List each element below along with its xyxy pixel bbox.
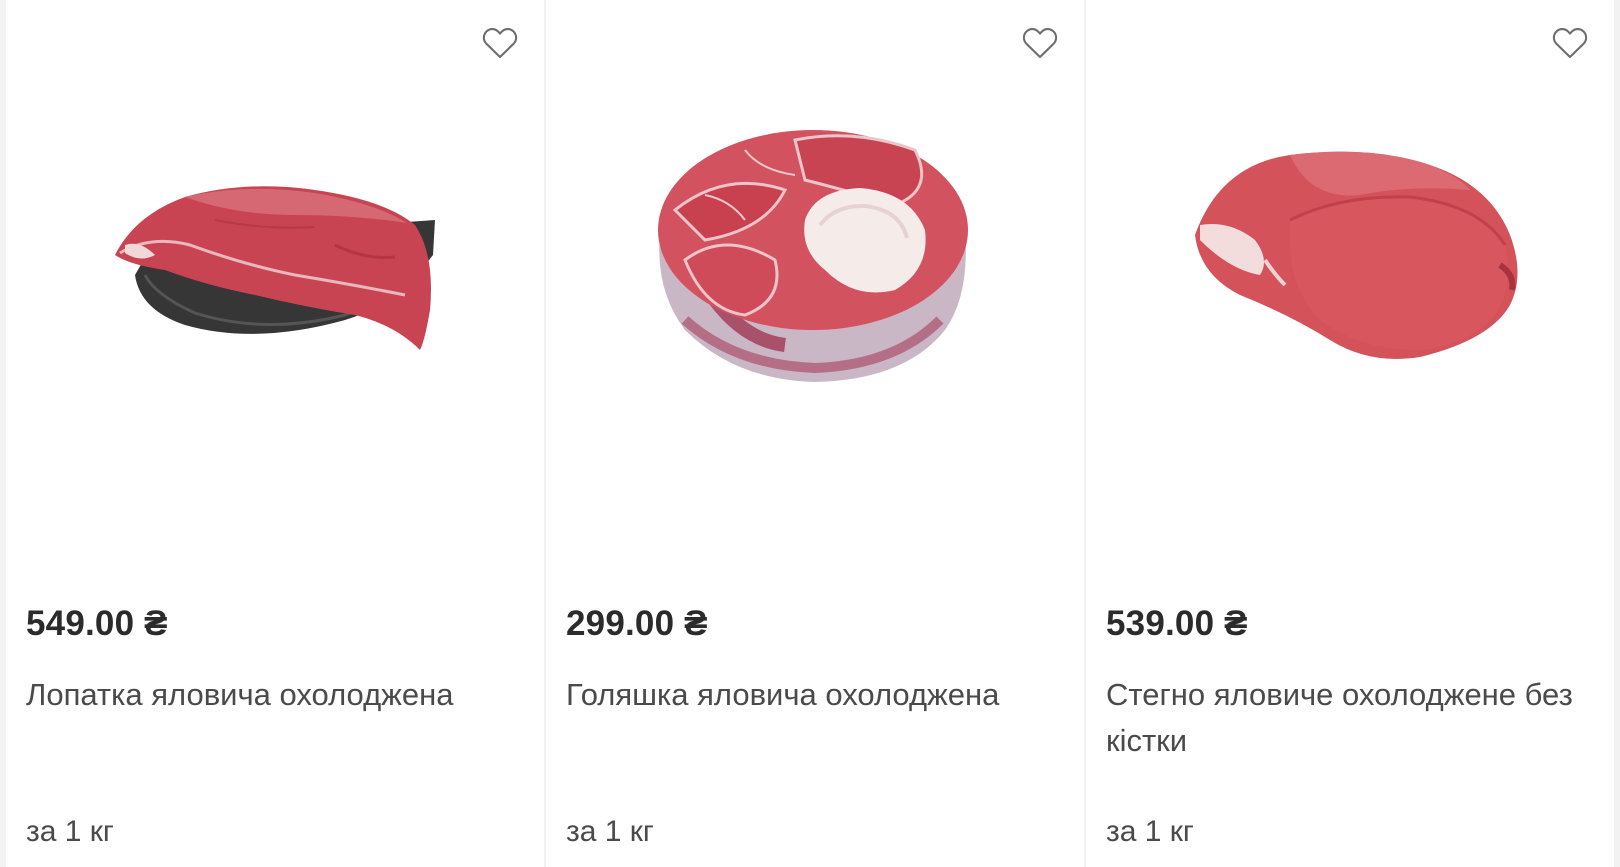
product-price: 299.00 ₴ (566, 604, 708, 643)
product-unit: за 1 кг (566, 815, 654, 848)
product-card[interactable]: 549.00 ₴ Лопатка яловича охолоджена за 1… (6, 0, 544, 867)
favorite-button[interactable] (1020, 22, 1060, 62)
product-grid: 549.00 ₴ Лопатка яловича охолоджена за 1… (0, 0, 1620, 867)
product-price: 539.00 ₴ (1106, 604, 1248, 643)
product-name[interactable]: Голяшка яловича охолоджена (566, 672, 1066, 718)
product-image-beef-thigh[interactable] (1086, 80, 1614, 420)
product-name[interactable]: Лопатка яловича охолоджена (26, 672, 526, 718)
product-image-beef-shoulder[interactable] (6, 80, 544, 420)
product-unit: за 1 кг (26, 815, 114, 848)
favorite-button[interactable] (480, 22, 520, 62)
product-image-beef-shank[interactable] (546, 80, 1084, 420)
heart-outline-icon (1552, 28, 1588, 59)
favorite-button[interactable] (1550, 22, 1590, 62)
product-unit: за 1 кг (1106, 815, 1194, 848)
product-price: 549.00 ₴ (26, 604, 168, 643)
product-card[interactable]: 539.00 ₴ Стегно яловиче охолоджене без к… (1086, 0, 1614, 867)
heart-outline-icon (482, 28, 518, 59)
product-card[interactable]: 299.00 ₴ Голяшка яловича охолоджена за 1… (546, 0, 1084, 867)
product-name[interactable]: Стегно яловиче охолоджене без кістки (1106, 672, 1606, 764)
heart-outline-icon (1022, 28, 1058, 59)
